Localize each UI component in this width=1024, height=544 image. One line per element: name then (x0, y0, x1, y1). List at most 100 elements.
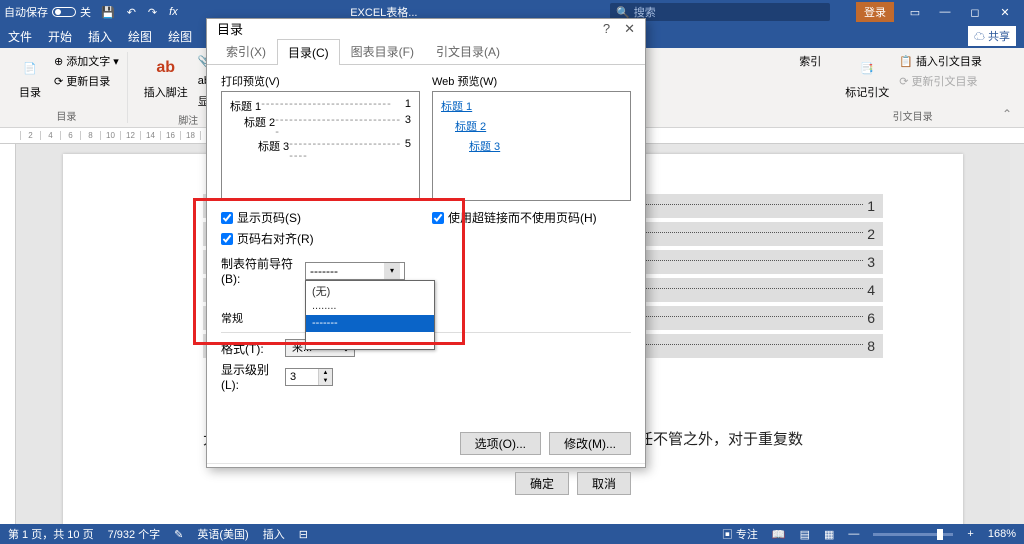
dialog-tab-index[interactable]: 索引(X) (215, 38, 277, 64)
dialog-body: 打印预览(V) 标题 1----------------------------… (207, 65, 645, 463)
status-bar: 第 1 页，共 10 页 7/932 个字 ✎ 英语(美国) 插入 ⊟ ▣ 专注… (0, 524, 1024, 544)
dialog-titlebar: 目录 ? ✕ (207, 19, 645, 38)
zoom-level[interactable]: 168% (988, 528, 1016, 540)
close-icon[interactable]: ✕ (990, 6, 1020, 19)
tab-draw1[interactable]: 绘图 (128, 28, 152, 45)
undo-icon[interactable]: ↶ (127, 6, 136, 19)
levels-label: 显示级别(L): (221, 361, 281, 392)
right-align-checkbox[interactable]: 页码右对齐(R) (221, 230, 420, 247)
collapse-ribbon-icon[interactable]: ⌃ (996, 105, 1018, 123)
group-label: 目录 (56, 108, 76, 123)
save-icon[interactable]: 💾 (101, 6, 115, 19)
insert-citation-toc-button[interactable]: 📋插入引文目录 (897, 52, 984, 70)
toc-button[interactable]: 📄 目录 (12, 52, 48, 102)
status-spellcheck-icon[interactable]: ✎ (174, 528, 183, 541)
print-preview-label: 打印预览(V) (221, 73, 420, 89)
dialog-footer: 确定 取消 (207, 463, 645, 503)
refresh-icon: ⟳ (54, 75, 63, 88)
show-page-numbers-checkbox[interactable]: 显示页码(S) (221, 209, 420, 226)
dialog-tab-authorities[interactable]: 引文目录(A) (425, 38, 511, 64)
web-preview-link: 标题 2 (441, 118, 622, 134)
group-label: 脚注 (178, 112, 198, 127)
view-print-icon[interactable]: ▤ (800, 528, 810, 541)
toc-icon: 📄 (16, 54, 44, 82)
tab-draw2[interactable]: 绘图 (168, 28, 192, 45)
tab-file[interactable]: 文件 (8, 28, 32, 45)
dialog-close-icon[interactable]: ✕ (624, 21, 635, 37)
options-button[interactable]: 选项(O)... (460, 432, 541, 455)
levels-input[interactable] (286, 369, 318, 385)
spinner-up-icon[interactable]: ▲ (318, 369, 332, 377)
update-toc-button[interactable]: ⟳更新目录 (52, 72, 121, 90)
add-text-icon: ⊕ (54, 55, 63, 68)
insert-footnote-button[interactable]: ab 插入脚注 (140, 52, 192, 102)
ok-button[interactable]: 确定 (515, 472, 569, 495)
autosave-toggle[interactable]: 自动保存 关 (4, 4, 91, 20)
leader-label: 制表符前导符(B): (221, 255, 301, 286)
dialog-tabs: 索引(X) 目录(C) 图表目录(F) 引文目录(A) (207, 38, 645, 65)
status-language[interactable]: 英语(美国) (197, 526, 248, 542)
minimize-icon[interactable]: ― (930, 6, 960, 19)
zoom-in-icon[interactable]: + (967, 528, 973, 540)
share-button[interactable]: ☁ 共享 (968, 26, 1016, 46)
chevron-down-icon: ▾ (384, 263, 400, 279)
status-focus[interactable]: ▣ 专注 (722, 526, 758, 542)
leader-option-underline[interactable] (306, 332, 434, 349)
dialog-help-icon[interactable]: ? (603, 21, 610, 37)
print-preview-box: 标题 1----------------------------1标题 2---… (221, 91, 420, 201)
maximize-icon[interactable]: ◻ (960, 6, 990, 19)
view-web-icon[interactable]: ▦ (824, 528, 834, 541)
window-controls: ▭ ― ◻ ✕ (900, 6, 1020, 19)
update-cit-icon: ⟳ (899, 75, 908, 88)
web-preview-link: 标题 1 (441, 98, 622, 114)
add-text-button[interactable]: ⊕添加文字 ▾ (52, 52, 121, 70)
ruler-vertical[interactable] (0, 144, 16, 528)
quick-access-toolbar: 💾 ↶ ↷ fx (101, 6, 178, 19)
citation-icon: 📑 (853, 54, 881, 82)
web-preview-label: Web 预览(W) (432, 73, 631, 89)
scrollbar-vertical[interactable] (1010, 144, 1024, 528)
leader-select[interactable]: -------▾ (无) ........ ------- (305, 262, 405, 280)
dialog-tab-toc[interactable]: 目录(C) (277, 39, 340, 65)
update-citation-toc-button[interactable]: ⟳更新引文目录 (897, 72, 984, 90)
leader-option-dots[interactable]: ........ (306, 298, 434, 315)
zoom-slider[interactable] (873, 533, 953, 536)
status-insert[interactable]: 插入 (263, 526, 285, 542)
search-icon: 🔍 (616, 6, 630, 19)
ribbon-group-toc: 📄 目录 ⊕添加文字 ▾ ⟳更新目录 目录 (6, 52, 128, 123)
group-label: 引文目录 (893, 108, 933, 123)
web-preview-link: 标题 3 (441, 138, 622, 154)
web-preview-box: 标题 1 标题 2 标题 3 (432, 91, 631, 201)
status-words[interactable]: 7/932 个字 (108, 526, 161, 542)
view-read-icon[interactable]: 📖 (772, 528, 786, 541)
autosave-state: 关 (80, 4, 91, 20)
mark-citation-button[interactable]: 📑 标记引文 (841, 52, 893, 102)
zoom-out-icon[interactable]: ― (848, 528, 859, 540)
tab-home[interactable]: 开始 (48, 28, 72, 45)
redo-icon[interactable]: ↷ (148, 6, 157, 19)
use-hyperlinks-checkbox[interactable]: 使用超链接而不使用页码(H) (432, 209, 631, 226)
dialog-tab-figures[interactable]: 图表目录(F) (340, 38, 425, 64)
insert-cit-icon: 📋 (899, 55, 913, 68)
toggle-icon (52, 7, 76, 17)
ribbon-options-icon[interactable]: ▭ (900, 6, 930, 19)
dialog-title: 目录 (217, 19, 243, 38)
tab-insert[interactable]: 插入 (88, 28, 112, 45)
leader-option-none[interactable]: (无) (306, 281, 434, 298)
fx-icon[interactable]: fx (169, 6, 178, 18)
autosave-label: 自动保存 (4, 4, 48, 20)
toc-dialog: 目录 ? ✕ 索引(X) 目录(C) 图表目录(F) 引文目录(A) 打印预览(… (206, 18, 646, 468)
cancel-button[interactable]: 取消 (577, 472, 631, 495)
levels-spinner[interactable]: ▲▼ (285, 368, 333, 386)
index-button[interactable]: 索引 (797, 52, 823, 70)
leader-option-dashes[interactable]: ------- (306, 315, 434, 332)
leader-dropdown: (无) ........ ------- (305, 280, 435, 350)
status-page[interactable]: 第 1 页，共 10 页 (8, 526, 94, 542)
ribbon-group-citation: 📑 标记引文 📋插入引文目录 ⟳更新引文目录 引文目录 (835, 52, 990, 123)
format-label: 格式(T): (221, 340, 281, 357)
spinner-down-icon[interactable]: ▼ (318, 377, 332, 385)
modify-button[interactable]: 修改(M)... (549, 432, 631, 455)
footnote-icon: ab (152, 54, 180, 82)
status-accessibility-icon[interactable]: ⊟ (299, 528, 308, 541)
login-button[interactable]: 登录 (856, 2, 894, 22)
